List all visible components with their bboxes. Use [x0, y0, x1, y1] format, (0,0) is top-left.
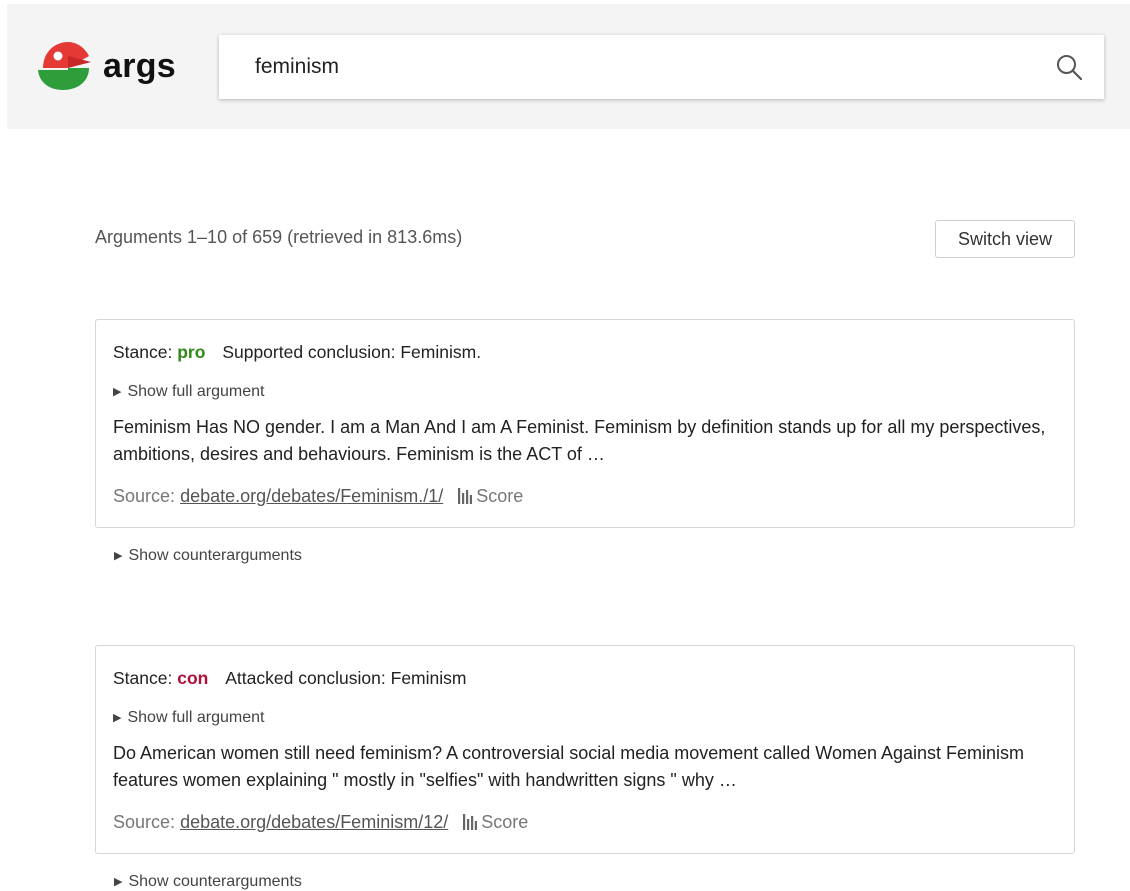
source-line: Source: debate.org/debates/Feminism/12/ … — [113, 812, 528, 833]
stance-label: Stance: — [113, 342, 173, 362]
score-bars-icon[interactable] — [458, 488, 473, 504]
source-link[interactable]: debate.org/debates/Feminism/12/ — [180, 812, 448, 832]
search-icon[interactable] — [1056, 54, 1082, 80]
argument-text: Feminism Has NO gender. I am a Man And I… — [113, 417, 1046, 464]
show-counterarguments-toggle[interactable]: ▶ Show counterarguments — [114, 547, 302, 565]
conclusion-value: Feminism. — [400, 342, 482, 362]
triangle-right-icon: ▶ — [113, 712, 122, 724]
stance-value: con — [177, 668, 209, 688]
conclusion-label: Supported conclusion: — [222, 342, 396, 362]
results-summary: Arguments 1–10 of 659 (retrieved in 813.… — [95, 227, 463, 247]
score-label[interactable]: Score — [481, 812, 528, 832]
score-label[interactable]: Score — [476, 486, 523, 506]
conclusion-value: Feminism — [390, 668, 467, 688]
counterarguments-label: Show counterarguments — [128, 873, 302, 890]
switch-view-button[interactable]: Switch view — [935, 220, 1075, 258]
source-line: Source: debate.org/debates/Feminism./1/ … — [113, 486, 523, 507]
show-full-label: Show full argument — [127, 383, 265, 400]
argument-text: Do American women still need feminism? A… — [113, 743, 1025, 790]
score-bars-icon[interactable] — [463, 814, 478, 830]
argument-card: Stance: pro Supported conclusion: Femini… — [95, 319, 1075, 528]
triangle-right-icon: ▶ — [114, 550, 123, 562]
show-full-argument-toggle[interactable]: ▶ Show full argument — [113, 383, 264, 401]
stance-line: Stance: pro Supported conclusion: Femini… — [113, 342, 481, 363]
logo-text: args — [103, 46, 177, 85]
stance-label: Stance: — [113, 668, 173, 688]
show-counterarguments-toggle[interactable]: ▶ Show counterarguments — [114, 873, 302, 891]
source-link[interactable]: debate.org/debates/Feminism./1/ — [180, 486, 443, 506]
header-bar: args — [7, 4, 1130, 129]
show-full-label: Show full argument — [127, 709, 265, 726]
source-label: Source: — [113, 486, 176, 506]
search-input[interactable] — [219, 35, 1019, 99]
stance-value: pro — [177, 342, 206, 362]
counterarguments-label: Show counterarguments — [128, 547, 302, 564]
logo-parrot-icon — [38, 42, 91, 90]
argument-card: Stance: con Attacked conclusion: Feminis… — [95, 645, 1075, 854]
stance-line: Stance: con Attacked conclusion: Feminis… — [113, 668, 466, 689]
show-full-argument-toggle[interactable]: ▶ Show full argument — [113, 709, 264, 727]
conclusion-label: Attacked conclusion: — [225, 668, 386, 688]
logo[interactable]: args — [37, 38, 176, 94]
source-label: Source: — [113, 812, 176, 832]
triangle-right-icon: ▶ — [114, 876, 123, 888]
search-box — [219, 35, 1104, 99]
triangle-right-icon: ▶ — [113, 386, 122, 398]
